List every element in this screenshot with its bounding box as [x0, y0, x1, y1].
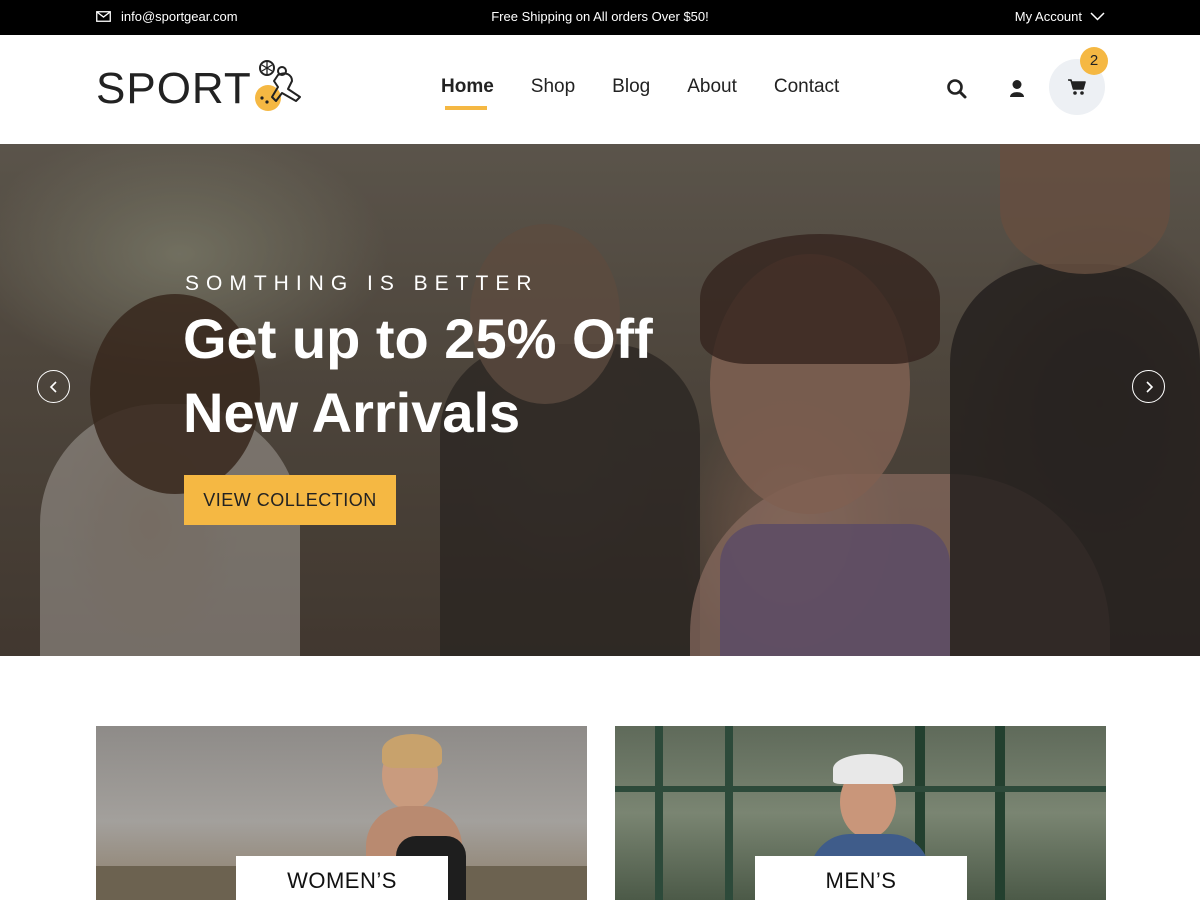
main-nav: Home Shop Blog About Contact: [441, 76, 839, 110]
cart-count-badge: 2: [1080, 47, 1108, 75]
nav-blog[interactable]: Blog: [612, 76, 650, 98]
category-card-mens[interactable]: MEN’S: [615, 726, 1106, 900]
hero-title: Get up to 25% Off New Arrivals: [183, 302, 883, 450]
category-label-womens: WOMEN’S: [236, 856, 448, 900]
nav-shop[interactable]: Shop: [531, 76, 575, 98]
nav-home[interactable]: Home: [441, 76, 494, 110]
logo-text: SPORT: [96, 64, 252, 113]
view-collection-button[interactable]: VIEW COLLECTION: [184, 475, 396, 525]
chevron-down-icon: [1090, 12, 1105, 21]
hero-kicker: SOMTHING IS BETTER: [185, 272, 539, 295]
site-header: SPORT Home Shop Blog About Contact 2: [0, 35, 1200, 144]
category-label-mens: MEN’S: [755, 856, 967, 900]
user-icon[interactable]: [1006, 78, 1028, 100]
slider-next-button[interactable]: [1132, 370, 1165, 403]
hero-title-line-1: Get up to 25% Off: [183, 307, 653, 370]
runner-logo-icon: [254, 60, 301, 111]
chevron-left-icon: [49, 381, 57, 393]
my-account-dropdown[interactable]: My Account: [1015, 9, 1105, 24]
hero-title-line-2: New Arrivals: [183, 381, 521, 444]
category-card-womens[interactable]: WOMEN’S: [96, 726, 587, 900]
slider-prev-button[interactable]: [37, 370, 70, 403]
chevron-right-icon: [1146, 381, 1154, 393]
search-icon[interactable]: [946, 78, 968, 100]
logo[interactable]: SPORT: [96, 57, 308, 117]
cart-icon: [1068, 79, 1086, 95]
my-account-label: My Account: [1014, 9, 1082, 24]
nav-contact[interactable]: Contact: [774, 76, 839, 98]
nav-about[interactable]: About: [687, 76, 737, 98]
top-bar: info@sportgear.com Free Shipping on All …: [0, 0, 1200, 35]
hero-banner: SOMTHING IS BETTER Get up to 25% Off New…: [0, 144, 1200, 656]
